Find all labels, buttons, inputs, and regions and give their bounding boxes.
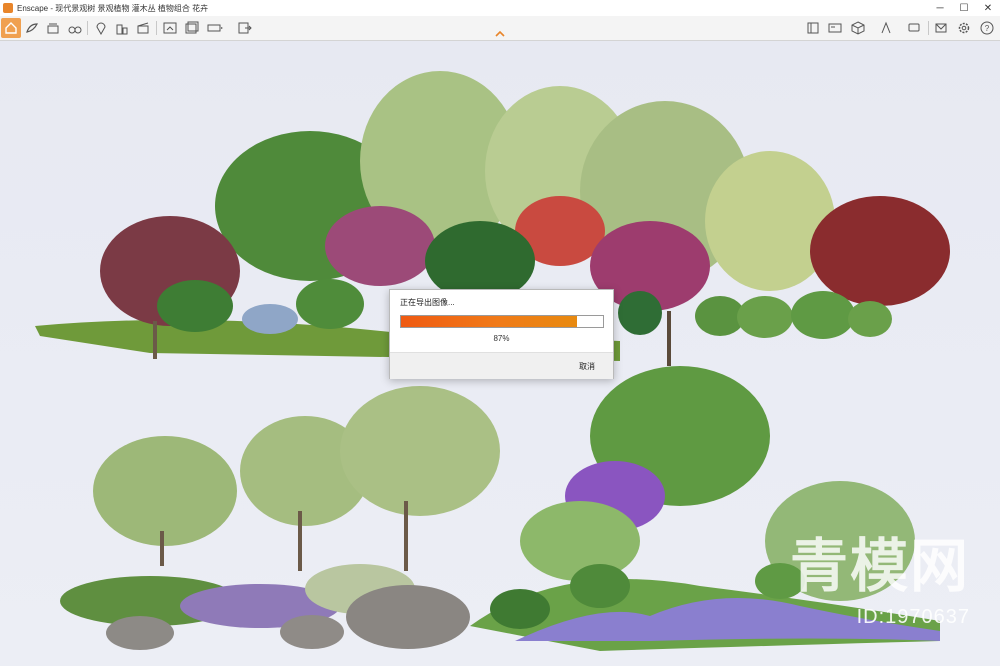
material-editor-button[interactable]	[826, 19, 844, 37]
clapper-icon	[137, 22, 149, 34]
home-icon	[5, 22, 17, 34]
buildings-button[interactable]	[113, 19, 131, 37]
cube-button[interactable]	[849, 19, 867, 37]
export-icon	[238, 22, 252, 34]
progress-bar-fill	[401, 316, 577, 327]
toolbar-collapse-chevron-icon[interactable]	[494, 29, 506, 39]
visual-settings-icon	[26, 23, 38, 33]
feedback-icon	[908, 23, 920, 32]
upload-icon	[881, 21, 891, 34]
panorama-button[interactable]	[206, 19, 224, 37]
bim-icon	[47, 23, 59, 34]
feedback-button[interactable]	[905, 19, 923, 37]
settings-button[interactable]	[955, 19, 973, 37]
buildings-icon	[116, 24, 128, 35]
screenshot-icon	[163, 22, 177, 34]
watermark-brand: 青模网	[789, 532, 970, 600]
bim-button[interactable]	[44, 19, 62, 37]
help-button[interactable]: ?	[978, 19, 996, 37]
share-button[interactable]	[932, 19, 950, 37]
toolbar-separator	[928, 21, 929, 35]
close-button[interactable]: ✕	[973, 0, 1000, 16]
binoculars-icon	[68, 26, 82, 34]
title-bar: Enscape - 现代景观树 景观植物 灌木丛 植物组合 花卉 ─ ☐ ✕	[0, 0, 1000, 17]
window-title: Enscape - 现代景观树 景观植物 灌木丛 植物组合 花卉	[17, 3, 209, 13]
settings-icon	[958, 22, 970, 34]
export-progress-dialog: 正在导出图像... 87% 取消	[389, 289, 614, 379]
material-editor-icon	[828, 23, 842, 33]
visual-settings-button[interactable]	[23, 19, 41, 37]
progress-percent: 87%	[493, 334, 510, 343]
toolbar-separator	[156, 21, 157, 35]
export-button[interactable]	[236, 19, 254, 37]
share-icon	[935, 23, 947, 33]
progress-bar	[400, 315, 604, 328]
screenshot-button[interactable]	[161, 19, 179, 37]
location-icon	[96, 22, 106, 36]
dialog-title: 正在导出图像...	[400, 298, 455, 307]
cube-icon	[851, 21, 865, 35]
cancel-button[interactable]: 取消	[579, 361, 595, 372]
dialog-footer: 取消	[390, 352, 613, 379]
panorama-icon	[207, 24, 223, 32]
home-button[interactable]	[1, 18, 21, 38]
batch-export-button[interactable]	[183, 19, 201, 37]
upload-button[interactable]	[877, 19, 895, 37]
enscape-logo-icon	[3, 3, 13, 13]
asset-library-icon	[807, 22, 819, 34]
asset-library-button[interactable]	[804, 19, 822, 37]
svg-text:?: ?	[985, 24, 990, 33]
batch-export-icon	[185, 21, 199, 34]
watermark-id: ID:1970637	[856, 606, 970, 628]
toolbar-separator	[87, 21, 88, 35]
clapper-button[interactable]	[134, 19, 152, 37]
location-button[interactable]	[92, 19, 110, 37]
binoculars-button[interactable]	[66, 19, 84, 37]
help-icon: ?	[980, 21, 994, 35]
